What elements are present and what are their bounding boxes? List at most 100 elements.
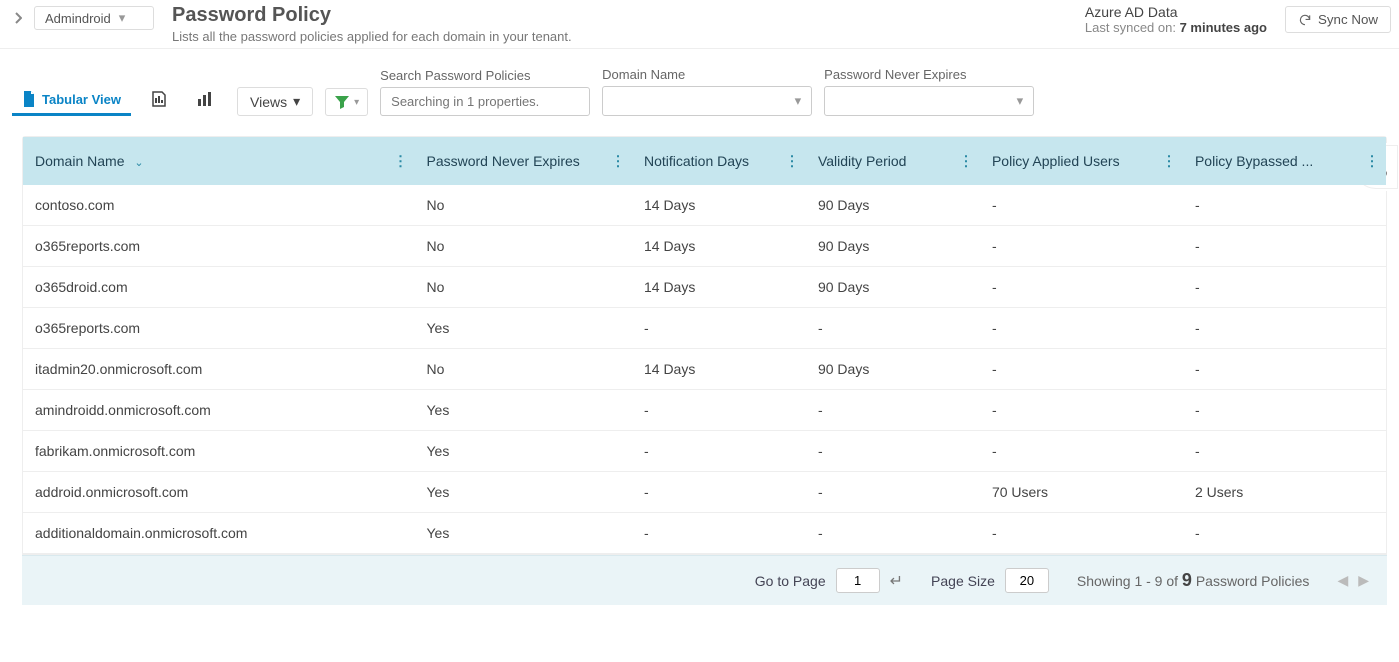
cell-domain: additionaldomain.onmicrosoft.com	[23, 513, 415, 554]
column-header-validity[interactable]: Validity Period ⋮	[806, 137, 980, 185]
column-menu-icon[interactable]: ⋮	[785, 153, 798, 170]
cell-notify: -	[632, 390, 806, 431]
cell-applied: -	[980, 513, 1183, 554]
goto-page-submit-icon[interactable]: ↵	[890, 571, 903, 591]
column-label: Notification Days	[644, 153, 749, 169]
table-row[interactable]: o365droid.comNo14 Days90 Days--	[23, 267, 1386, 308]
column-header-notification[interactable]: Notification Days ⋮	[632, 137, 806, 185]
column-label: Password Never Expires	[427, 153, 580, 169]
cell-expires: No	[415, 226, 632, 267]
tab-report-view[interactable]	[141, 85, 177, 116]
cell-notify: 14 Days	[632, 267, 806, 308]
cell-validity: 90 Days	[806, 226, 980, 267]
cell-validity: 90 Days	[806, 349, 980, 390]
cell-expires: Yes	[415, 390, 632, 431]
expires-filter-select[interactable]: ▾	[824, 86, 1034, 116]
sync-time-label: Last synced on: 7 minutes ago	[1085, 20, 1267, 35]
cell-applied: -	[980, 185, 1183, 226]
cell-validity: -	[806, 513, 980, 554]
sync-now-button[interactable]: Sync Now	[1285, 6, 1391, 33]
sort-asc-icon: ⌄	[134, 157, 143, 169]
cell-bypassed: -	[1183, 390, 1386, 431]
column-label: Domain Name	[35, 153, 124, 169]
cell-applied: 70 Users	[980, 472, 1183, 513]
column-menu-icon[interactable]: ⋮	[394, 153, 407, 170]
views-label: Views	[250, 94, 287, 110]
breadcrumb-expand-icon[interactable]	[8, 8, 28, 28]
column-header-bypassed[interactable]: Policy Bypassed ... ⋮	[1183, 137, 1386, 185]
filter-button[interactable]: ▾	[325, 88, 368, 116]
cell-applied: -	[980, 308, 1183, 349]
chevron-down-icon: ▾	[354, 97, 359, 108]
column-label: Policy Bypassed ...	[1195, 153, 1313, 169]
column-menu-icon[interactable]: ⋮	[959, 153, 972, 170]
table-row[interactable]: additionaldomain.onmicrosoft.comYes----	[23, 513, 1386, 554]
chart-icon	[197, 91, 215, 107]
cell-notify: -	[632, 308, 806, 349]
refresh-icon	[1298, 13, 1312, 27]
column-label: Validity Period	[818, 153, 906, 169]
column-header-domain[interactable]: Domain Name ⌄ ⋮	[23, 137, 415, 185]
cell-validity: -	[806, 472, 980, 513]
page-size-label: Page Size	[931, 573, 995, 589]
page-title: Password Policy	[172, 4, 1085, 27]
domain-filter-select[interactable]: ▾	[602, 86, 812, 116]
cell-domain: o365reports.com	[23, 226, 415, 267]
column-label: Policy Applied Users	[992, 153, 1120, 169]
cell-notify: -	[632, 431, 806, 472]
pagination-summary: Showing 1 - 9 of 9 Password Policies	[1077, 570, 1310, 591]
next-page-button[interactable]: ▶	[1358, 572, 1369, 589]
cell-bypassed: -	[1183, 513, 1386, 554]
funnel-icon	[334, 94, 350, 110]
cell-notify: -	[632, 513, 806, 554]
sync-source-label: Azure AD Data	[1085, 4, 1267, 20]
column-menu-icon[interactable]: ⋮	[611, 153, 624, 170]
summary-total: 9	[1182, 570, 1192, 590]
table-row[interactable]: amindroidd.onmicrosoft.comYes----	[23, 390, 1386, 431]
cell-bypassed: 2 Users	[1183, 472, 1386, 513]
cell-applied: -	[980, 390, 1183, 431]
cell-applied: -	[980, 267, 1183, 308]
column-header-expires[interactable]: Password Never Expires ⋮	[415, 137, 632, 185]
views-dropdown-button[interactable]: Views ▾	[237, 87, 313, 116]
cell-applied: -	[980, 226, 1183, 267]
summary-suffix: Password Policies	[1192, 573, 1310, 589]
tab-tabular-view[interactable]: Tabular View	[12, 85, 131, 116]
cell-expires: Yes	[415, 513, 632, 554]
page-size-input[interactable]	[1005, 568, 1049, 593]
document-icon	[22, 91, 36, 107]
column-menu-icon[interactable]: ⋮	[1365, 153, 1378, 170]
sync-time-value: 7 minutes ago	[1180, 20, 1267, 35]
page-subtitle: Lists all the password policies applied …	[172, 29, 1085, 44]
cell-applied: -	[980, 431, 1183, 472]
cell-expires: No	[415, 349, 632, 390]
cell-validity: -	[806, 431, 980, 472]
table-row[interactable]: fabrikam.onmicrosoft.comYes----	[23, 431, 1386, 472]
expires-filter-label: Password Never Expires	[824, 67, 1034, 82]
domain-filter-label: Domain Name	[602, 67, 812, 82]
cell-notify: -	[632, 472, 806, 513]
cell-expires: Yes	[415, 308, 632, 349]
tab-tabular-label: Tabular View	[42, 92, 121, 107]
table-row[interactable]: itadmin20.onmicrosoft.comNo14 Days90 Day…	[23, 349, 1386, 390]
search-input[interactable]	[380, 87, 590, 116]
cell-notify: 14 Days	[632, 185, 806, 226]
sync-now-label: Sync Now	[1318, 12, 1378, 27]
column-menu-icon[interactable]: ⋮	[1162, 153, 1175, 170]
cell-expires: No	[415, 185, 632, 226]
tenant-selector[interactable]: Admindroid ▾	[34, 6, 154, 30]
table-row[interactable]: addroid.onmicrosoft.comYes--70 Users2 Us…	[23, 472, 1386, 513]
column-header-applied[interactable]: Policy Applied Users ⋮	[980, 137, 1183, 185]
table-row[interactable]: o365reports.comYes----	[23, 308, 1386, 349]
table-row[interactable]: o365reports.comNo14 Days90 Days--	[23, 226, 1386, 267]
chevron-down-icon: ▾	[293, 93, 300, 110]
chevron-down-icon: ▾	[795, 93, 802, 109]
cell-validity: 90 Days	[806, 185, 980, 226]
table-row[interactable]: contoso.comNo14 Days90 Days--	[23, 185, 1386, 226]
goto-page-input[interactable]	[836, 568, 880, 593]
cell-domain: addroid.onmicrosoft.com	[23, 472, 415, 513]
tab-chart-view[interactable]	[187, 85, 225, 116]
cell-bypassed: -	[1183, 226, 1386, 267]
cell-bypassed: -	[1183, 267, 1386, 308]
prev-page-button[interactable]: ◀	[1337, 572, 1348, 589]
